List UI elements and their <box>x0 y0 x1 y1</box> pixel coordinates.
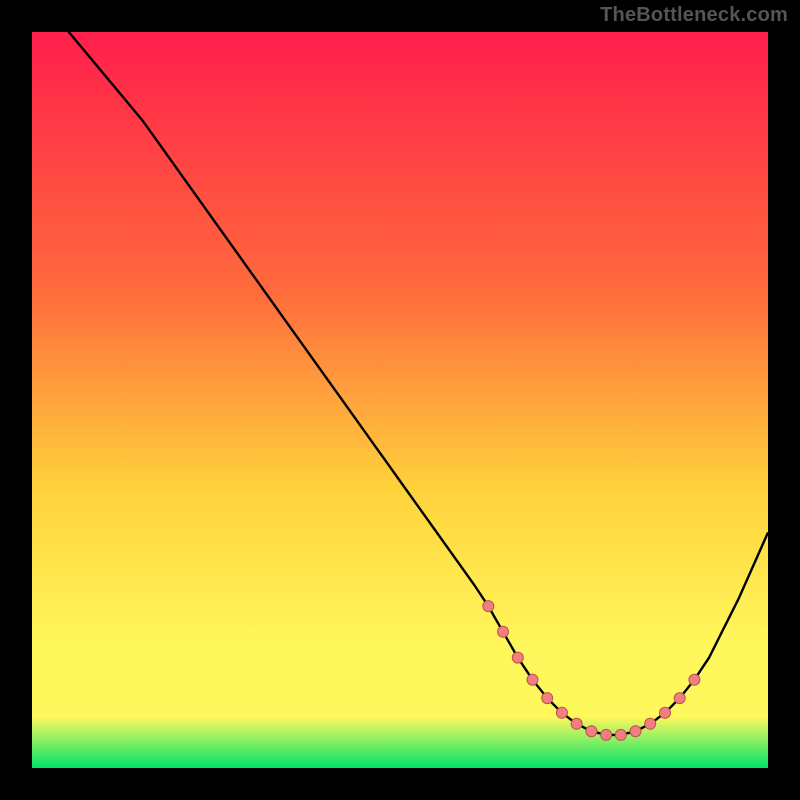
marker-point <box>674 693 685 704</box>
chart-svg <box>32 32 768 768</box>
marker-point <box>615 729 626 740</box>
chart-frame: TheBottleneck.com <box>0 0 800 800</box>
watermark-text: TheBottleneck.com <box>600 4 788 27</box>
marker-point <box>512 652 523 663</box>
marker-point <box>630 726 641 737</box>
marker-point <box>571 718 582 729</box>
marker-point <box>645 718 656 729</box>
plot-area <box>32 32 768 768</box>
marker-point <box>601 729 612 740</box>
gradient-background <box>32 32 768 768</box>
marker-point <box>689 674 700 685</box>
marker-point <box>483 601 494 612</box>
marker-point <box>556 707 567 718</box>
marker-point <box>498 626 509 637</box>
marker-point <box>586 726 597 737</box>
marker-point <box>660 707 671 718</box>
marker-point <box>542 693 553 704</box>
marker-point <box>527 674 538 685</box>
